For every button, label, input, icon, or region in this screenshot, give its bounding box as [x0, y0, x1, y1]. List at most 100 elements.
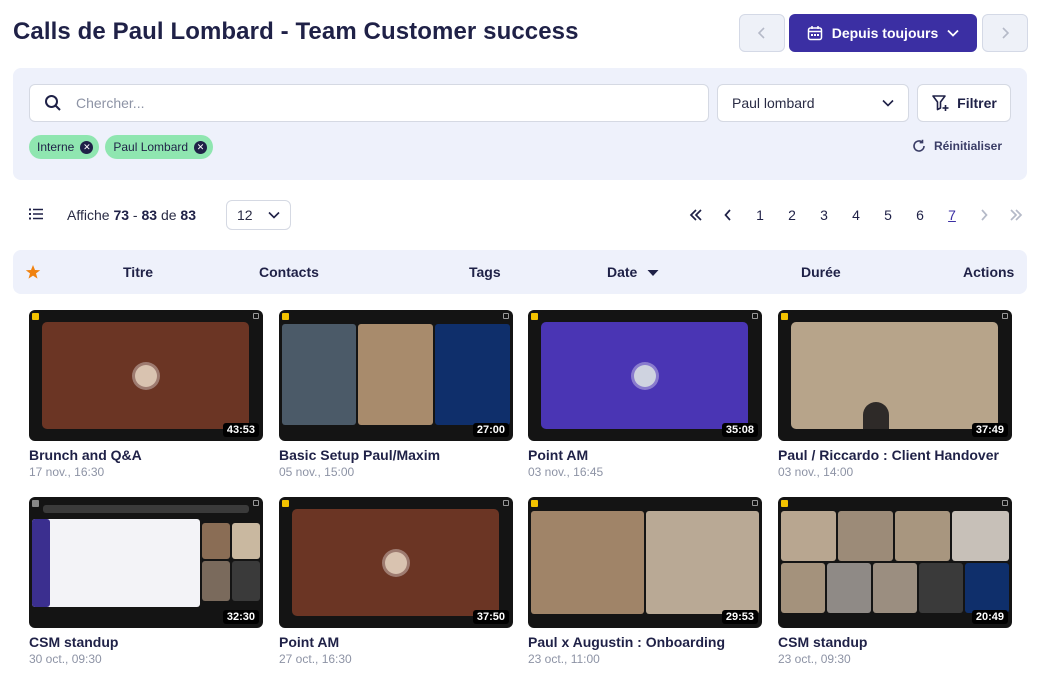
- video-thumbnail[interactable]: 43:53: [29, 310, 263, 441]
- participant-video: [781, 563, 825, 613]
- participant-video: [202, 523, 230, 559]
- search-box[interactable]: [29, 84, 709, 122]
- participant-video: [838, 511, 893, 561]
- chevron-down-icon: [947, 29, 959, 37]
- expand-icon: [752, 500, 758, 506]
- chevron-down-icon: [882, 99, 894, 107]
- call-title[interactable]: Paul / Riccardo : Client Handover: [778, 447, 1012, 463]
- user-select[interactable]: Paul lombard: [717, 84, 909, 122]
- call-card[interactable]: 37:50 Point AM 27 oct., 16:30: [279, 497, 513, 666]
- page-6-button[interactable]: 6: [904, 207, 936, 223]
- call-card[interactable]: 29:53 Paul x Augustin : Onboarding 23 oc…: [528, 497, 762, 666]
- expand-icon: [1002, 500, 1008, 506]
- participant-video: [202, 561, 230, 601]
- video-thumbnail[interactable]: 20:49: [778, 497, 1012, 628]
- video-thumbnail[interactable]: 32:30: [29, 497, 263, 628]
- page-4-button[interactable]: 4: [840, 207, 872, 223]
- page-2-button[interactable]: 2: [776, 207, 808, 223]
- call-date: 03 nov., 16:45: [528, 465, 604, 479]
- duration-badge: 32:30: [222, 610, 259, 624]
- of-label: de: [160, 207, 177, 223]
- duration-badge: 37:49: [971, 423, 1008, 437]
- participant-video: [646, 511, 759, 614]
- reset-button[interactable]: Réinitialiser: [912, 139, 1002, 153]
- browser-bar: [43, 505, 249, 513]
- call-card[interactable]: 43:53 Brunch and Q&A 17 nov., 16:30: [29, 310, 263, 479]
- list-view-icon[interactable]: [28, 206, 44, 222]
- call-card[interactable]: 20:49 CSM standup 23 oct., 09:30: [778, 497, 1012, 666]
- column-contacts[interactable]: Contacts: [259, 264, 319, 280]
- column-actions: Actions: [963, 264, 1015, 280]
- page-7-button[interactable]: 7: [936, 207, 968, 223]
- call-date: 23 oct., 11:00: [528, 652, 600, 666]
- call-title[interactable]: CSM standup: [29, 634, 263, 650]
- call-date: 23 oct., 09:30: [778, 652, 851, 666]
- video-thumbnail[interactable]: 27:00: [279, 310, 513, 441]
- date-range-button[interactable]: Depuis toujours: [789, 14, 977, 52]
- results-summary: Affiche 73 - 83 de 83: [67, 207, 196, 223]
- next-page-button[interactable]: [968, 209, 1000, 221]
- call-card[interactable]: 37:49 Paul / Riccardo : Client Handover …: [778, 310, 1012, 479]
- per-page-value: 12: [237, 207, 253, 223]
- per-page-select[interactable]: 12: [226, 200, 291, 230]
- video-thumbnail[interactable]: 29:53: [528, 497, 762, 628]
- meeting-screen: [42, 322, 249, 429]
- filter-button[interactable]: Filtrer: [917, 84, 1011, 122]
- filter-chip: Interne ✕: [29, 135, 100, 159]
- call-title[interactable]: Brunch and Q&A: [29, 447, 263, 463]
- participant-video: [895, 511, 950, 561]
- first-page-button[interactable]: [680, 209, 712, 221]
- date-range-label: Depuis toujours: [831, 25, 939, 41]
- column-tags[interactable]: Tags: [469, 264, 501, 280]
- recorder-icon: [781, 500, 788, 507]
- search-input[interactable]: [76, 95, 676, 111]
- participant-video: [232, 523, 260, 559]
- recorder-icon: [282, 500, 289, 507]
- video-thumbnail[interactable]: 37:50: [279, 497, 513, 628]
- participant-video: [282, 324, 356, 425]
- call-card[interactable]: 27:00 Basic Setup Paul/Maxim 05 nov., 15…: [279, 310, 513, 479]
- call-title[interactable]: Paul x Augustin : Onboarding: [528, 634, 762, 650]
- user-select-value: Paul lombard: [732, 95, 815, 111]
- page-title: Calls de Paul Lombard - Team Customer su…: [13, 18, 579, 45]
- expand-icon: [253, 313, 259, 319]
- call-title[interactable]: Point AM: [528, 447, 762, 463]
- expand-icon: [752, 313, 758, 319]
- page-3-button[interactable]: 3: [808, 207, 840, 223]
- chip-label: Interne: [37, 140, 75, 154]
- search-icon: [45, 95, 61, 111]
- participant-video: [531, 511, 644, 614]
- participant-video: [873, 563, 917, 613]
- remove-chip-icon[interactable]: ✕: [194, 140, 208, 154]
- call-title[interactable]: Point AM: [279, 634, 513, 650]
- video-thumbnail[interactable]: 37:49: [778, 310, 1012, 441]
- next-period-button[interactable]: [982, 14, 1028, 52]
- video-thumbnail[interactable]: 35:08: [528, 310, 762, 441]
- recorder-icon: [32, 500, 39, 507]
- duration-badge: 20:49: [971, 610, 1008, 624]
- remove-chip-icon[interactable]: ✕: [80, 140, 94, 154]
- page-5-button[interactable]: 5: [872, 207, 904, 223]
- meeting-screen: [541, 322, 748, 429]
- recorder-icon: [282, 313, 289, 320]
- range-end: 83: [141, 207, 158, 223]
- filter-plus-icon: [932, 95, 949, 111]
- call-title[interactable]: Basic Setup Paul/Maxim: [279, 447, 513, 463]
- participant-video: [952, 511, 1009, 561]
- call-card[interactable]: 32:30 CSM standup 30 oct., 09:30: [29, 497, 263, 666]
- previous-period-button[interactable]: [739, 14, 785, 52]
- star-icon[interactable]: [25, 264, 41, 280]
- previous-page-button[interactable]: [712, 209, 744, 221]
- last-page-button[interactable]: [1000, 209, 1032, 221]
- call-title[interactable]: CSM standup: [778, 634, 1012, 650]
- call-date: 17 nov., 16:30: [29, 465, 105, 479]
- participant-video: [919, 563, 963, 613]
- duration-badge: 29:53: [721, 610, 758, 624]
- expand-icon: [503, 313, 509, 319]
- column-date[interactable]: Date: [607, 264, 659, 280]
- page-1-button[interactable]: 1: [744, 207, 776, 223]
- column-title[interactable]: Titre: [123, 264, 153, 280]
- column-duration[interactable]: Durée: [801, 264, 841, 280]
- call-card[interactable]: 35:08 Point AM 03 nov., 16:45: [528, 310, 762, 479]
- recorder-icon: [531, 313, 538, 320]
